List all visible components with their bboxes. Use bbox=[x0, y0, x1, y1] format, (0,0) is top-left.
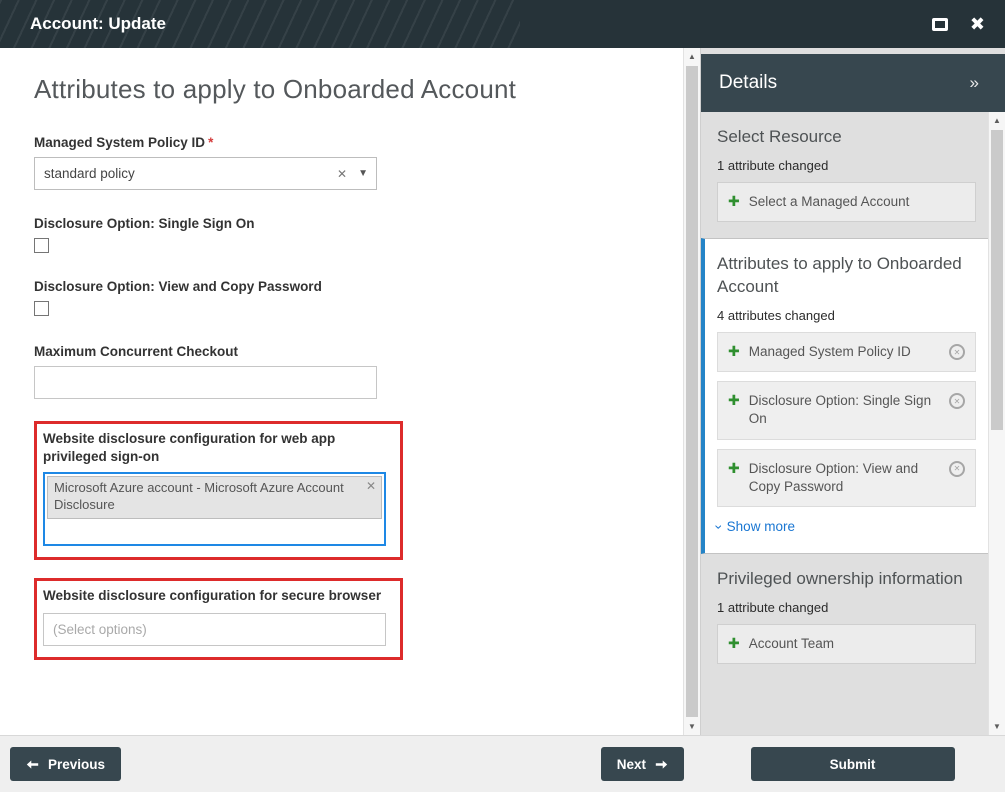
next-button[interactable]: Next bbox=[601, 747, 684, 781]
attr-item-disclosure-single-sign-on[interactable]: ✚ Disclosure Option: Single Sign On ✕ bbox=[717, 381, 976, 439]
maximize-icon[interactable] bbox=[932, 18, 948, 31]
account-update-window: Account: Update ✖ Attributes to apply to… bbox=[0, 0, 1005, 792]
show-more-label: Show more bbox=[727, 519, 795, 534]
section-title: Privileged ownership information bbox=[717, 568, 976, 591]
scroll-up-icon[interactable]: ▲ bbox=[989, 112, 1005, 129]
max-checkout-label: Maximum Concurrent Checkout bbox=[34, 344, 660, 359]
chevron-down-icon[interactable]: ▼ bbox=[354, 168, 376, 179]
policy-combobox-value: standard policy bbox=[44, 166, 330, 181]
scroll-down-icon[interactable]: ▼ bbox=[684, 718, 700, 735]
max-checkout-input[interactable] bbox=[34, 366, 377, 399]
changed-count: 1 attribute changed bbox=[717, 600, 976, 615]
titlebar: Account: Update ✖ bbox=[0, 0, 1005, 48]
details-body: Select Resource 1 attribute changed ✚ Se… bbox=[701, 112, 988, 735]
attr-item-label: Managed System Policy ID bbox=[749, 343, 940, 361]
annotation-box-secure-browser: Website disclosure configuration for sec… bbox=[34, 578, 403, 659]
main-pane: Attributes to apply to Onboarded Account… bbox=[0, 48, 700, 735]
show-more-link[interactable]: › Show more bbox=[717, 519, 795, 534]
policy-label-text: Managed System Policy ID bbox=[34, 135, 205, 150]
secure-browser-label: Website disclosure configuration for sec… bbox=[43, 587, 391, 605]
section-title: Select Resource bbox=[717, 126, 976, 149]
changed-count: 4 attributes changed bbox=[717, 308, 976, 323]
attr-item-managed-system-policy-id[interactable]: ✚ Managed System Policy ID ✕ bbox=[717, 332, 976, 372]
selected-option-label: Microsoft Azure account - Microsoft Azur… bbox=[54, 480, 344, 512]
remove-attribute-icon[interactable]: ✕ bbox=[949, 461, 965, 477]
attr-item-account-team[interactable]: ✚ Account Team bbox=[717, 624, 976, 664]
clear-icon[interactable]: ✕ bbox=[330, 167, 354, 181]
footer-main: Previous Next bbox=[0, 736, 700, 792]
section-privileged-ownership: Privileged ownership information 1 attri… bbox=[701, 554, 988, 680]
changed-count: 1 attribute changed bbox=[717, 158, 976, 173]
attr-item-label: Disclosure Option: Single Sign On bbox=[749, 392, 940, 428]
selected-option-chip: Microsoft Azure account - Microsoft Azur… bbox=[47, 476, 382, 519]
annotation-box-webapp: Website disclosure configuration for web… bbox=[34, 421, 403, 560]
section-onboarded-attributes: Attributes to apply to Onboarded Account… bbox=[701, 238, 988, 553]
policy-label: Managed System Policy ID* bbox=[34, 135, 660, 150]
attr-item-label: Select a Managed Account bbox=[749, 193, 965, 211]
attr-item-label: Account Team bbox=[749, 635, 965, 653]
sidebar-scrollbar[interactable]: ▲ ▼ bbox=[988, 112, 1005, 735]
submit-button-label: Submit bbox=[830, 757, 876, 772]
attr-item-disclosure-view-copy[interactable]: ✚ Disclosure Option: View and Copy Passw… bbox=[717, 449, 976, 507]
details-title: Details bbox=[719, 72, 777, 94]
sso-label: Disclosure Option: Single Sign On bbox=[34, 216, 660, 231]
window-title: Account: Update bbox=[30, 14, 166, 34]
next-button-label: Next bbox=[617, 757, 646, 772]
window-controls: ✖ bbox=[932, 15, 985, 33]
details-header: Details » bbox=[701, 54, 1005, 112]
attr-item-select-managed-account[interactable]: ✚ Select a Managed Account bbox=[717, 182, 976, 222]
collapse-panel-icon[interactable]: » bbox=[970, 73, 979, 93]
remove-attribute-icon[interactable]: ✕ bbox=[949, 393, 965, 409]
section-select-resource: Select Resource 1 attribute changed ✚ Se… bbox=[701, 112, 988, 238]
sidebar-scrollbar-thumb[interactable] bbox=[991, 130, 1003, 430]
footer-side: Submit bbox=[700, 736, 1005, 792]
webapp-disclosure-multiselect[interactable]: Microsoft Azure account - Microsoft Azur… bbox=[43, 472, 386, 546]
plus-icon: ✚ bbox=[728, 460, 740, 477]
required-asterisk: * bbox=[208, 135, 213, 150]
close-icon[interactable]: ✖ bbox=[970, 15, 985, 33]
scroll-up-icon[interactable]: ▲ bbox=[684, 48, 700, 65]
page-title: Attributes to apply to Onboarded Account bbox=[34, 74, 660, 105]
arrow-left-icon bbox=[26, 758, 39, 771]
plus-icon: ✚ bbox=[728, 392, 740, 409]
webapp-disclosure-label: Website disclosure configuration for web… bbox=[43, 430, 391, 466]
remove-option-icon[interactable]: ✕ bbox=[366, 479, 376, 495]
footer-bar: Previous Next Submit bbox=[0, 735, 1005, 792]
scroll-down-icon[interactable]: ▼ bbox=[989, 718, 1005, 735]
view-copy-checkbox[interactable] bbox=[34, 301, 49, 316]
main-scrollbar[interactable]: ▲ ▼ bbox=[683, 48, 700, 735]
main-scrollbar-thumb[interactable] bbox=[686, 66, 698, 717]
content-row: Attributes to apply to Onboarded Account… bbox=[0, 48, 1005, 735]
details-sidebar: Details » Select Resource 1 attribute ch… bbox=[700, 48, 1005, 735]
previous-button-label: Previous bbox=[48, 757, 105, 772]
sso-checkbox[interactable] bbox=[34, 238, 49, 253]
remove-attribute-icon[interactable]: ✕ bbox=[949, 344, 965, 360]
plus-icon: ✚ bbox=[728, 193, 740, 210]
previous-button[interactable]: Previous bbox=[10, 747, 121, 781]
arrow-right-icon bbox=[655, 758, 668, 771]
attr-item-label: Disclosure Option: View and Copy Passwor… bbox=[749, 460, 940, 496]
section-title: Attributes to apply to Onboarded Account bbox=[717, 253, 976, 299]
policy-combobox[interactable]: standard policy ✕ ▼ bbox=[34, 157, 377, 190]
secure-browser-input[interactable] bbox=[43, 613, 386, 646]
view-copy-label: Disclosure Option: View and Copy Passwor… bbox=[34, 279, 660, 294]
submit-button[interactable]: Submit bbox=[751, 747, 955, 781]
plus-icon: ✚ bbox=[728, 635, 740, 652]
plus-icon: ✚ bbox=[728, 343, 740, 360]
chevron-down-icon: › bbox=[712, 524, 726, 529]
